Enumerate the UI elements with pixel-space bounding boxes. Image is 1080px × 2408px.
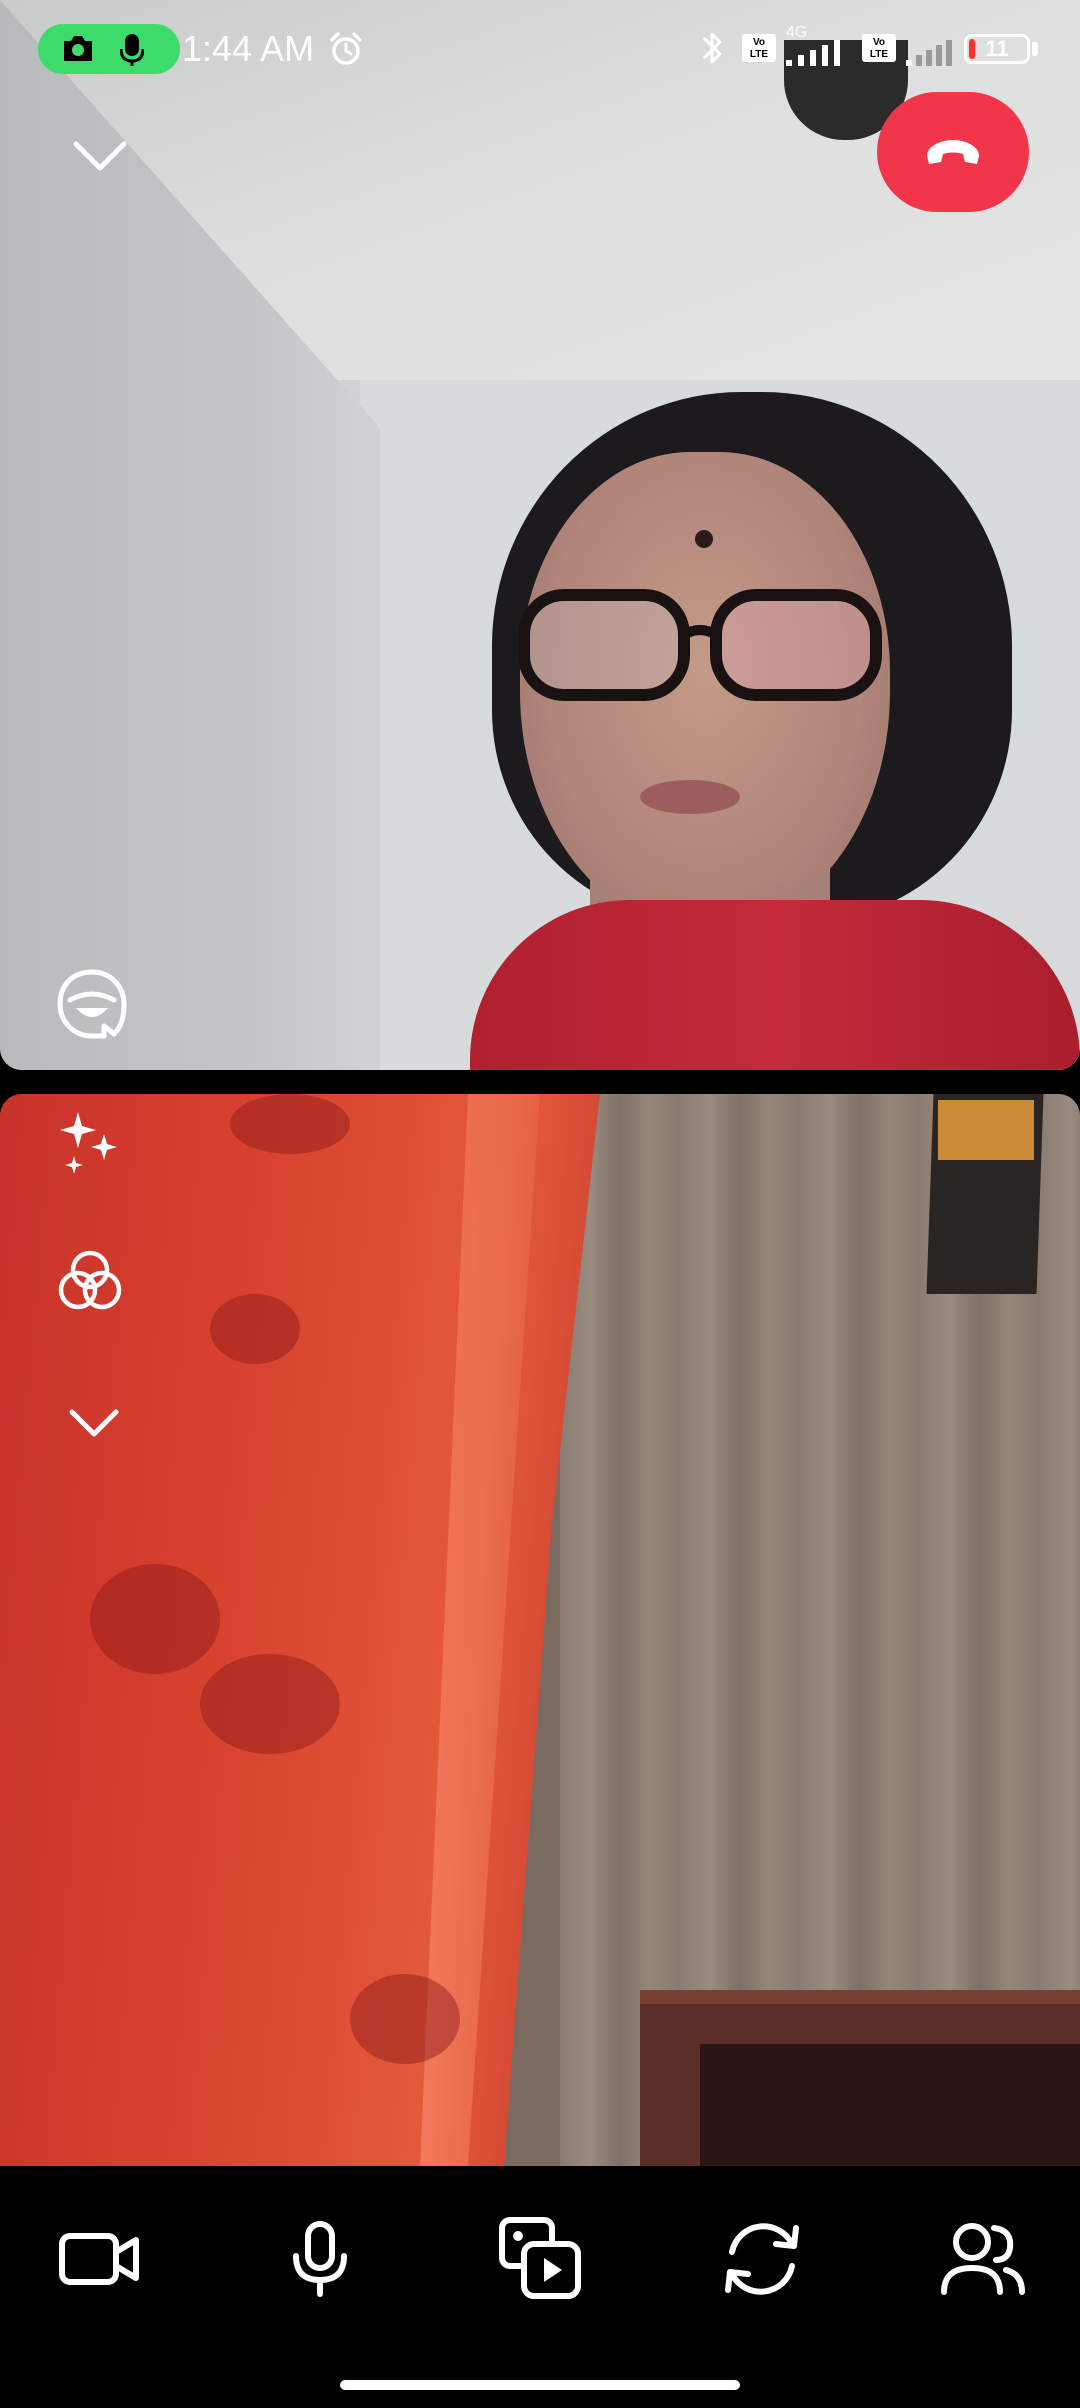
status-bar: 1:44 AM Vo LTE 4G Vo LTE 11	[0, 0, 1080, 100]
video-camera-icon[interactable]	[48, 2208, 148, 2308]
microphone-icon[interactable]	[270, 2208, 370, 2308]
hang-up-icon	[927, 140, 979, 164]
color-filters-icon[interactable]	[52, 1244, 128, 1320]
alarm-icon	[330, 32, 362, 65]
media-share-icon[interactable]	[490, 2208, 590, 2308]
clock: 1:44 AM	[182, 28, 315, 69]
signal-strength-icon	[786, 40, 840, 66]
curtain-flower	[200, 1654, 340, 1754]
signal-weak-icon	[906, 40, 952, 66]
curtain-flower	[230, 1094, 350, 1154]
avatar-effect-icon[interactable]	[52, 964, 132, 1044]
flip-camera-icon[interactable]	[712, 2208, 812, 2308]
chevron-down-icon[interactable]	[62, 128, 138, 184]
remote-person-lips	[640, 780, 740, 814]
end-call-button[interactable]	[877, 92, 1029, 212]
curtain-flower	[350, 1974, 460, 2064]
microphone-icon	[120, 34, 144, 66]
recording-indicator	[38, 24, 180, 74]
sparkle-effects-icon[interactable]	[54, 1106, 126, 1178]
chevron-down-icon[interactable]	[62, 1402, 126, 1442]
curtain-flower	[210, 1294, 300, 1364]
remote-person-glasses	[518, 589, 882, 701]
home-indicator[interactable]	[340, 2380, 740, 2390]
bluetooth-icon	[702, 32, 722, 64]
remote-person-scarf	[470, 900, 1080, 1070]
volte-badge-2: Vo LTE	[862, 34, 896, 62]
self-video-preview[interactable]	[0, 1094, 1080, 2166]
battery-level: 11	[985, 36, 1009, 61]
wall-poster-band	[938, 1100, 1034, 1160]
remote-person-bindi	[695, 530, 713, 548]
table-shadow	[700, 2044, 1080, 2166]
participants-icon[interactable]	[932, 2208, 1032, 2308]
camera-icon	[64, 36, 92, 61]
curtain-flower	[90, 1564, 220, 1674]
volte-badge-1: Vo LTE	[742, 34, 776, 62]
battery-tip	[1032, 42, 1038, 56]
